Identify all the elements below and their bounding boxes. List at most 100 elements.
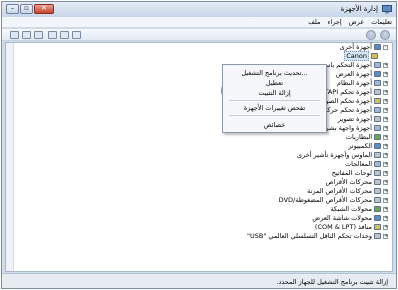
tree-item-label: الماوس وأجهزة تأشير أخرى	[296, 151, 372, 159]
expand-icon[interactable]: +	[383, 71, 388, 77]
expand-icon[interactable]: +	[383, 161, 388, 167]
tree-item[interactable]: + أجهزة تحكم ATAPI	[320, 88, 388, 96]
tree-item-label: وحدات تحكم الناقل التسلسلي العالمي "USB"	[247, 232, 372, 240]
device-manager-window: – ▫ ✕ إدارة الأجهزة ملف إجراء عرض تعليما…	[1, 1, 397, 289]
monitor-icon	[374, 71, 381, 77]
device-icon	[374, 62, 381, 68]
forward-button[interactable]: ›	[366, 30, 376, 40]
menu-properties[interactable]: خصائص	[226, 120, 323, 130]
tree-item[interactable]: + أجهزة التحكم باسم	[321, 61, 389, 69]
tree-item-label: أجهزة النظام	[337, 79, 372, 87]
tree-item-label: أجهزة تصوير	[337, 115, 372, 123]
tree-item[interactable]: + أجهزة واجهة بشرية	[320, 124, 388, 132]
menu-file[interactable]: ملف	[308, 18, 320, 26]
tree-item[interactable]: + البطاريات	[346, 133, 388, 141]
expand-icon[interactable]: +	[383, 215, 388, 221]
computer-icon	[374, 44, 381, 50]
system-icon	[374, 80, 381, 86]
warning-device-icon	[371, 53, 378, 59]
window-title: إدارة الأجهزة	[340, 5, 378, 13]
maximize-button[interactable]: ▫	[20, 4, 33, 14]
ide-controller-icon	[374, 89, 381, 95]
expand-icon[interactable]: +	[383, 98, 388, 104]
menu-uninstall[interactable]: إزالة التثبيت	[226, 88, 323, 98]
tree-item[interactable]: + وحدات تحكم الناقل التسلسلي العالمي "USB…	[247, 232, 388, 240]
tree-item[interactable]: + منافذ (COM & LPT)	[315, 223, 388, 231]
port-icon	[374, 224, 381, 230]
tree-item[interactable]: + الماوس وأجهزة تأشير أخرى	[297, 151, 388, 159]
expand-icon[interactable]: +	[383, 143, 388, 149]
expand-icon[interactable]: +	[383, 197, 388, 203]
tree-item[interactable]: + أجهزة تحكم حركة	[324, 106, 388, 114]
minimize-icon: –	[10, 4, 15, 12]
expand-icon[interactable]: +	[383, 152, 388, 158]
back-button[interactable]: ‹	[380, 30, 390, 40]
tree-item-canon[interactable]: Canon	[344, 51, 378, 61]
expand-icon[interactable]: +	[383, 233, 388, 239]
help-icon[interactable]	[72, 31, 81, 39]
expand-icon[interactable]: +	[383, 134, 388, 140]
collapse-icon[interactable]: -	[383, 44, 388, 50]
expand-icon[interactable]: +	[383, 107, 388, 113]
keyboard-icon	[374, 170, 381, 176]
expand-icon[interactable]: +	[383, 62, 388, 68]
disk-drive-icon	[374, 179, 381, 185]
tree-item[interactable]: + محركات الأقراص المضغوطة/DVD	[278, 196, 389, 204]
device-tree-pane[interactable]: - أجهزة أخرى Canon + أجهزة التحكم باسم + أ…	[5, 42, 393, 272]
menu-disable[interactable]: تعطيل	[226, 78, 323, 88]
tree-item-label: محركات الأقراص المرنة	[307, 187, 372, 195]
tree-item[interactable]: + أجهزة النظام	[337, 79, 388, 87]
status-bar: إزالة تثبيت برنامج التشغيل للجهاز المحدد…	[2, 273, 396, 288]
properties-icon[interactable]	[60, 31, 69, 39]
update-driver-icon[interactable]	[34, 31, 43, 39]
expand-icon[interactable]: +	[383, 179, 388, 185]
tree-item[interactable]: + لوحات المفاتيح	[331, 169, 389, 177]
menu-help[interactable]: تعليمات	[371, 18, 392, 26]
display-adapter-icon	[374, 215, 381, 221]
tree-item[interactable]: + أجهزة تحكم الصوت	[319, 97, 388, 105]
menu-view[interactable]: عرض	[349, 18, 364, 26]
title-bar[interactable]: – ▫ ✕ إدارة الأجهزة	[2, 2, 396, 17]
menu-separator	[229, 115, 320, 116]
tree-root[interactable]: - أجهزة أخرى	[340, 43, 388, 51]
menu-scan-hardware[interactable]: تفحص تغييرات الأجهزة	[226, 103, 323, 113]
expand-icon[interactable]: +	[383, 80, 388, 86]
hid-icon	[374, 125, 381, 131]
disable-device-icon[interactable]	[22, 31, 31, 39]
scan-hardware-icon[interactable]	[48, 31, 57, 39]
close-icon: ✕	[41, 4, 47, 12]
expand-icon[interactable]: +	[383, 125, 388, 131]
floppy-drive-icon	[374, 188, 381, 194]
expand-icon[interactable]: +	[383, 170, 388, 176]
tree-item-label: لوحات المفاتيح	[331, 169, 372, 177]
expand-icon[interactable]: +	[383, 224, 388, 230]
minimize-button[interactable]: –	[6, 4, 19, 14]
tree-item-label: أجهزة العرض	[335, 70, 372, 78]
menu-action[interactable]: إجراء	[327, 18, 341, 26]
expand-icon[interactable]: +	[383, 188, 388, 194]
window-controls: – ▫ ✕	[6, 4, 54, 14]
tree-item-label: أجهزة واجهة بشرية	[320, 124, 372, 132]
expand-icon[interactable]: +	[383, 206, 388, 212]
camera-icon	[374, 116, 381, 122]
toolbar: › ‹	[2, 29, 396, 41]
tree-item[interactable]: + محولات الشبكة	[330, 205, 388, 213]
remove-device-icon[interactable]	[10, 31, 19, 39]
usb-controller-icon	[374, 233, 381, 239]
tree-item[interactable]: + محركات الأقراص	[326, 178, 389, 186]
tree-item-label: Canon	[344, 51, 369, 61]
expand-icon[interactable]: +	[383, 89, 388, 95]
close-button[interactable]: ✕	[34, 4, 54, 14]
menu-update-driver[interactable]: تحديث برنامج التشغيل...	[226, 68, 323, 78]
tree-item[interactable]: + محولات شاشة العرض	[312, 214, 388, 222]
tree-item[interactable]: + الكمبيوتر	[348, 142, 388, 150]
tree-item-label: البطاريات	[345, 133, 372, 141]
tree-item[interactable]: + أجهزة العرض	[336, 70, 388, 78]
expand-icon[interactable]: +	[383, 116, 388, 122]
scrollbar[interactable]	[6, 43, 14, 271]
mouse-icon	[374, 152, 381, 158]
tree-item[interactable]: + محركات الأقراص المرنة	[307, 187, 388, 195]
tree-item[interactable]: + أجهزة تصوير	[338, 115, 388, 123]
tree-item[interactable]: + المعالجات	[345, 160, 388, 168]
tree-item-label: محركات الأقراص المضغوطة/DVD	[278, 196, 372, 204]
